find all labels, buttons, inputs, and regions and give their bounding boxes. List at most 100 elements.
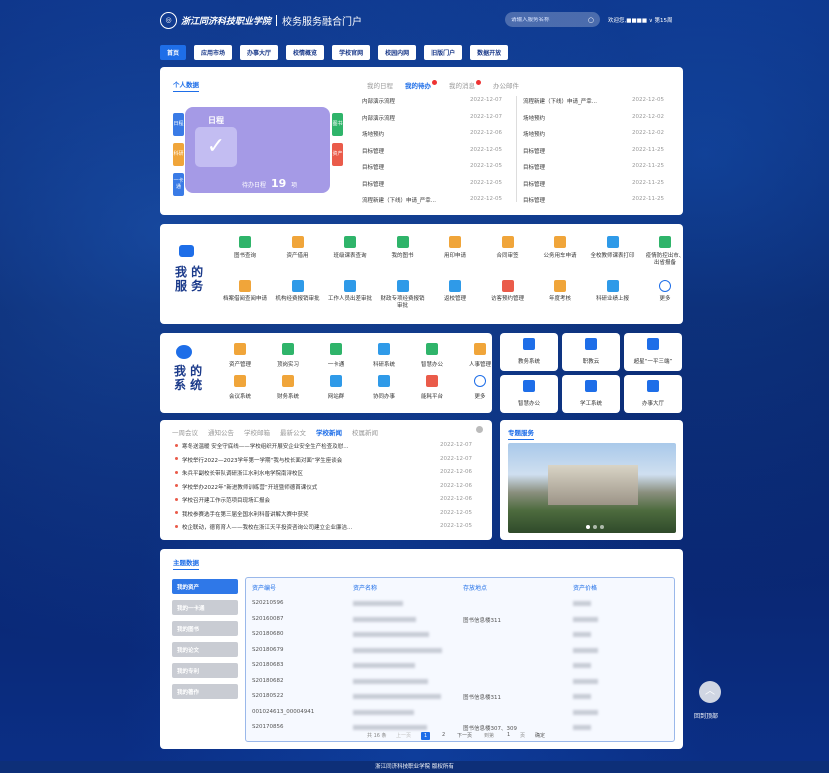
service-label[interactable]: 更多	[642, 296, 688, 303]
service-icon[interactable]	[239, 236, 251, 248]
search-box[interactable]: ○	[505, 12, 600, 27]
system-label[interactable]: 协同办事	[373, 392, 395, 400]
service-label[interactable]: 科研业绩上报	[590, 296, 636, 303]
service-label[interactable]: 工作人员出差审批	[327, 296, 373, 303]
todo-item-title[interactable]: 内部演示流程	[362, 97, 395, 105]
service-label[interactable]: 机构经费报销审批	[275, 296, 321, 303]
service-label[interactable]: 班级课表查询	[333, 253, 366, 260]
service-label[interactable]: 公务用车申请	[543, 253, 576, 260]
theme-side-item[interactable]: 我的专利	[172, 663, 238, 678]
pager-item[interactable]: 确定	[535, 732, 545, 739]
theme-side-item[interactable]: 我的论文	[172, 642, 238, 657]
news-title[interactable]: 寒冬送温暖 安全守底线——学校组织开展安企业安全生产检查及慰...	[182, 442, 349, 450]
service-label[interactable]: 合同审签	[496, 253, 518, 260]
news-tab[interactable]: 通知公告	[208, 427, 234, 437]
school-logo[interactable]: ◎ 浙江同济科技职业学院	[160, 11, 271, 29]
tab-schedule[interactable]: 我的日程	[367, 80, 393, 90]
news-title[interactable]: 朱兵平副校长带队调研浙江水利水电学院南浔校区	[182, 469, 303, 477]
todo-item-title[interactable]: 场地预约	[362, 130, 384, 138]
tab-messages[interactable]: 我的消息	[449, 80, 481, 90]
service-label[interactable]: 档案借阅查阅申请	[222, 296, 268, 303]
todo-item-title[interactable]: 流程新建（下线）申请_严幸...	[362, 196, 436, 204]
nav-overview[interactable]: 校情概览	[286, 45, 325, 60]
service-icon[interactable]	[554, 280, 566, 292]
pager-item[interactable]: 1	[507, 732, 510, 738]
todo-item-title[interactable]: 内部演示流程	[362, 114, 395, 122]
service-label[interactable]: 图书查询	[234, 253, 256, 260]
back-to-top-label[interactable]: 回到顶部	[694, 711, 718, 720]
nav-open-data[interactable]: 数据开放	[470, 45, 509, 60]
tab-mail[interactable]: 办公邮件	[493, 80, 519, 90]
news-title[interactable]: 学校举办2022年“新进教师训练营”开班暨师德首课仪式	[182, 483, 317, 491]
theme-side-item[interactable]: 我的资产	[172, 579, 238, 594]
system-icon[interactable]	[234, 375, 246, 387]
tab-todo[interactable]: 我的待办	[405, 80, 437, 90]
service-icon[interactable]	[606, 236, 619, 248]
pager-item[interactable]: 下一页	[457, 732, 472, 739]
service-icon[interactable]	[501, 280, 514, 292]
service-icon[interactable]	[396, 280, 409, 292]
todo-item-title[interactable]: 场地预约	[523, 130, 545, 138]
service-label[interactable]: 用印申请	[444, 253, 466, 260]
system-label[interactable]: 智慧办公	[421, 360, 443, 368]
nav-app-market[interactable]: 应用市场	[194, 45, 233, 60]
nav-home[interactable]: 首页	[160, 45, 187, 60]
nav-official-site[interactable]: 学校官网	[332, 45, 371, 60]
news-tab[interactable]: 一周会议	[172, 427, 198, 437]
schedule-card[interactable]: ✓ 日程 待办日程 19 项	[185, 107, 330, 193]
search-input[interactable]	[511, 16, 581, 23]
news-tab[interactable]: 校属新闻	[352, 427, 378, 437]
system-label[interactable]: 人事管理	[469, 360, 491, 368]
back-to-top-button[interactable]: ︿	[699, 681, 721, 703]
system-icon[interactable]	[330, 343, 342, 355]
system-icon[interactable]	[282, 343, 294, 355]
pager-item[interactable]: 到第	[484, 732, 494, 739]
service-icon[interactable]	[554, 236, 566, 248]
system-label[interactable]: 网站群	[328, 392, 345, 400]
news-tab[interactable]: 最新公文	[280, 427, 306, 437]
theme-side-item[interactable]: 我的著作	[172, 684, 238, 699]
tag-card[interactable]: 一卡通	[173, 173, 184, 196]
search-icon[interactable]: ○	[588, 16, 594, 24]
tag-research[interactable]: 科研	[173, 143, 184, 166]
more-icon[interactable]	[659, 280, 671, 292]
service-label[interactable]: 疫情防控出市、出省报备	[645, 253, 685, 267]
system-icon[interactable]	[282, 375, 294, 387]
service-icon[interactable]	[291, 236, 304, 248]
nav-service-hall[interactable]: 办事大厅	[240, 45, 279, 60]
tag-library[interactable]: 图书	[332, 113, 343, 136]
nav-intranet[interactable]: 校园内网	[378, 45, 417, 60]
system-label[interactable]: 会议系统	[229, 392, 251, 400]
system-icon[interactable]	[426, 343, 438, 355]
system-label[interactable]: 一卡通	[328, 360, 345, 368]
todo-item-title[interactable]: 流程新建（下线）申请_严幸...	[523, 97, 597, 105]
todo-item-title[interactable]: 目标管理	[523, 196, 545, 204]
news-title[interactable]: 学校召开建工作示范项目现场汇报会	[182, 496, 270, 504]
service-label[interactable]: 全校教师课表打印	[590, 253, 634, 260]
campus-photo[interactable]	[508, 443, 676, 533]
todo-item-title[interactable]: 目标管理	[362, 180, 384, 188]
user-welcome[interactable]: 欢迎您,■■■■ ∨ 第15周	[608, 16, 673, 24]
todo-item-title[interactable]: 目标管理	[523, 180, 545, 188]
service-icon[interactable]	[606, 280, 619, 292]
tag-schedule[interactable]: 日程	[173, 113, 184, 136]
more-icon[interactable]	[474, 375, 486, 387]
system-label[interactable]: 顶岗实习	[277, 360, 299, 368]
system-icon[interactable]	[378, 343, 390, 355]
service-icon[interactable]	[344, 236, 356, 248]
system-label[interactable]: 更多	[474, 392, 485, 400]
theme-side-item[interactable]: 我的一卡通	[172, 600, 238, 615]
service-label[interactable]: 年度考核	[537, 296, 583, 303]
system-icon[interactable]	[426, 375, 438, 387]
service-icon[interactable]	[501, 236, 514, 248]
pager-item[interactable]: 页	[520, 732, 525, 739]
pager-item[interactable]: 2	[442, 732, 445, 738]
service-label[interactable]: 财政专项经费报销审批	[380, 296, 426, 310]
todo-item-title[interactable]: 目标管理	[523, 147, 545, 155]
service-icon[interactable]	[396, 236, 409, 248]
news-tab[interactable]: 学校邮箱	[244, 427, 270, 437]
news-title[interactable]: 我校参赛选手在第三届全国水利科普讲解大赛中获奖	[182, 510, 309, 518]
service-icon[interactable]	[659, 236, 671, 248]
news-title[interactable]: 学校举行2022—2023学年第一学期“我与校长面对面”学生座谈会	[182, 456, 342, 464]
todo-item-title[interactable]: 场地预约	[523, 114, 545, 122]
